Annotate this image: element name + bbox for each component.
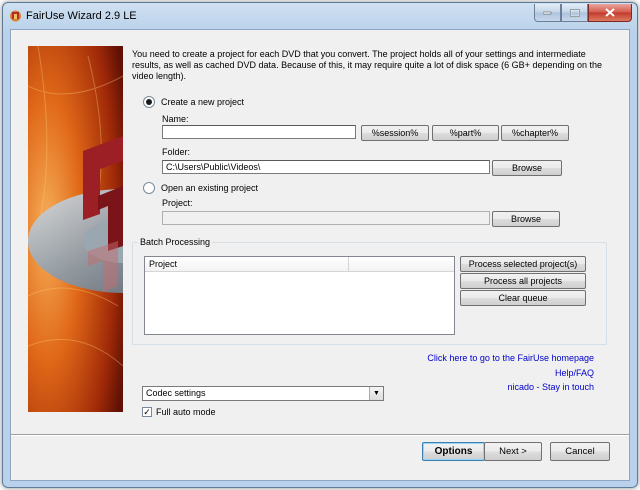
create-new-project-label: Create a new project	[161, 97, 245, 107]
open-existing-project-radio[interactable]	[143, 182, 155, 194]
clear-queue-button[interactable]: Clear queue	[460, 290, 586, 306]
intro-description: You need to create a project for each DV…	[132, 49, 603, 81]
project-name-input[interactable]	[162, 125, 356, 139]
dialog-client-area: You need to create a project for each DV…	[10, 29, 630, 481]
homepage-link[interactable]: Click here to go to the FairUse homepage	[427, 353, 594, 363]
full-auto-checkbox[interactable]: ✓	[142, 407, 152, 417]
fairuse-app-icon	[10, 10, 21, 22]
minimize-button[interactable]	[534, 4, 561, 22]
part-button[interactable]: %part%	[432, 125, 499, 141]
minimize-icon	[543, 11, 552, 14]
help-faq-link[interactable]: Help/FAQ	[555, 368, 594, 378]
wizard-window: FairUse Wizard 2.9 LE You need to create…	[2, 2, 638, 488]
options-button[interactable]: Options	[422, 442, 485, 461]
folder-input[interactable]: C:\Users\Public\Videos\	[162, 160, 490, 174]
session-button[interactable]: %session%	[361, 125, 429, 141]
process-all-button[interactable]: Process all projects	[460, 273, 586, 289]
full-auto-label: Full auto mode	[156, 407, 216, 417]
project-column-header[interactable]: Project	[145, 257, 349, 271]
project-label: Project:	[162, 198, 193, 208]
create-new-project-option[interactable]: Create a new project	[143, 96, 244, 108]
open-existing-project-label: Open an existing project	[161, 183, 259, 193]
batch-processing-title: Batch Processing	[138, 237, 213, 247]
footer-separator	[11, 434, 629, 436]
list-header: Project	[145, 257, 454, 272]
close-button[interactable]	[588, 4, 632, 22]
folder-label: Folder:	[162, 147, 191, 157]
window-title: FairUse Wizard 2.9 LE	[26, 10, 137, 22]
dropdown-arrow-icon[interactable]: ▼	[369, 387, 383, 400]
cancel-button[interactable]: Cancel	[550, 442, 610, 461]
process-selected-button[interactable]: Process selected project(s)	[460, 256, 586, 272]
codec-settings-dropdown[interactable]: Codec settings ▼	[142, 386, 384, 401]
name-label: Name:	[162, 114, 189, 124]
existing-project-input[interactable]	[162, 211, 490, 225]
chapter-button[interactable]: %chapter%	[501, 125, 569, 141]
project-browse-button[interactable]: Browse	[492, 211, 560, 227]
maximize-button[interactable]	[561, 4, 588, 22]
folder-browse-button[interactable]: Browse	[492, 160, 562, 176]
sun-logo-image	[28, 46, 123, 412]
close-icon	[605, 8, 615, 17]
next-button[interactable]: Next >	[484, 442, 542, 461]
stay-in-touch-link[interactable]: nicado - Stay in touch	[507, 382, 594, 392]
title-bar[interactable]: FairUse Wizard 2.9 LE	[3, 3, 637, 29]
create-new-project-radio[interactable]	[143, 96, 155, 108]
codec-selected-value: Codec settings	[146, 388, 206, 398]
second-column-header[interactable]	[349, 257, 454, 271]
open-existing-project-option[interactable]: Open an existing project	[143, 182, 258, 194]
maximize-icon	[569, 8, 580, 17]
batch-project-list[interactable]: Project	[144, 256, 455, 335]
